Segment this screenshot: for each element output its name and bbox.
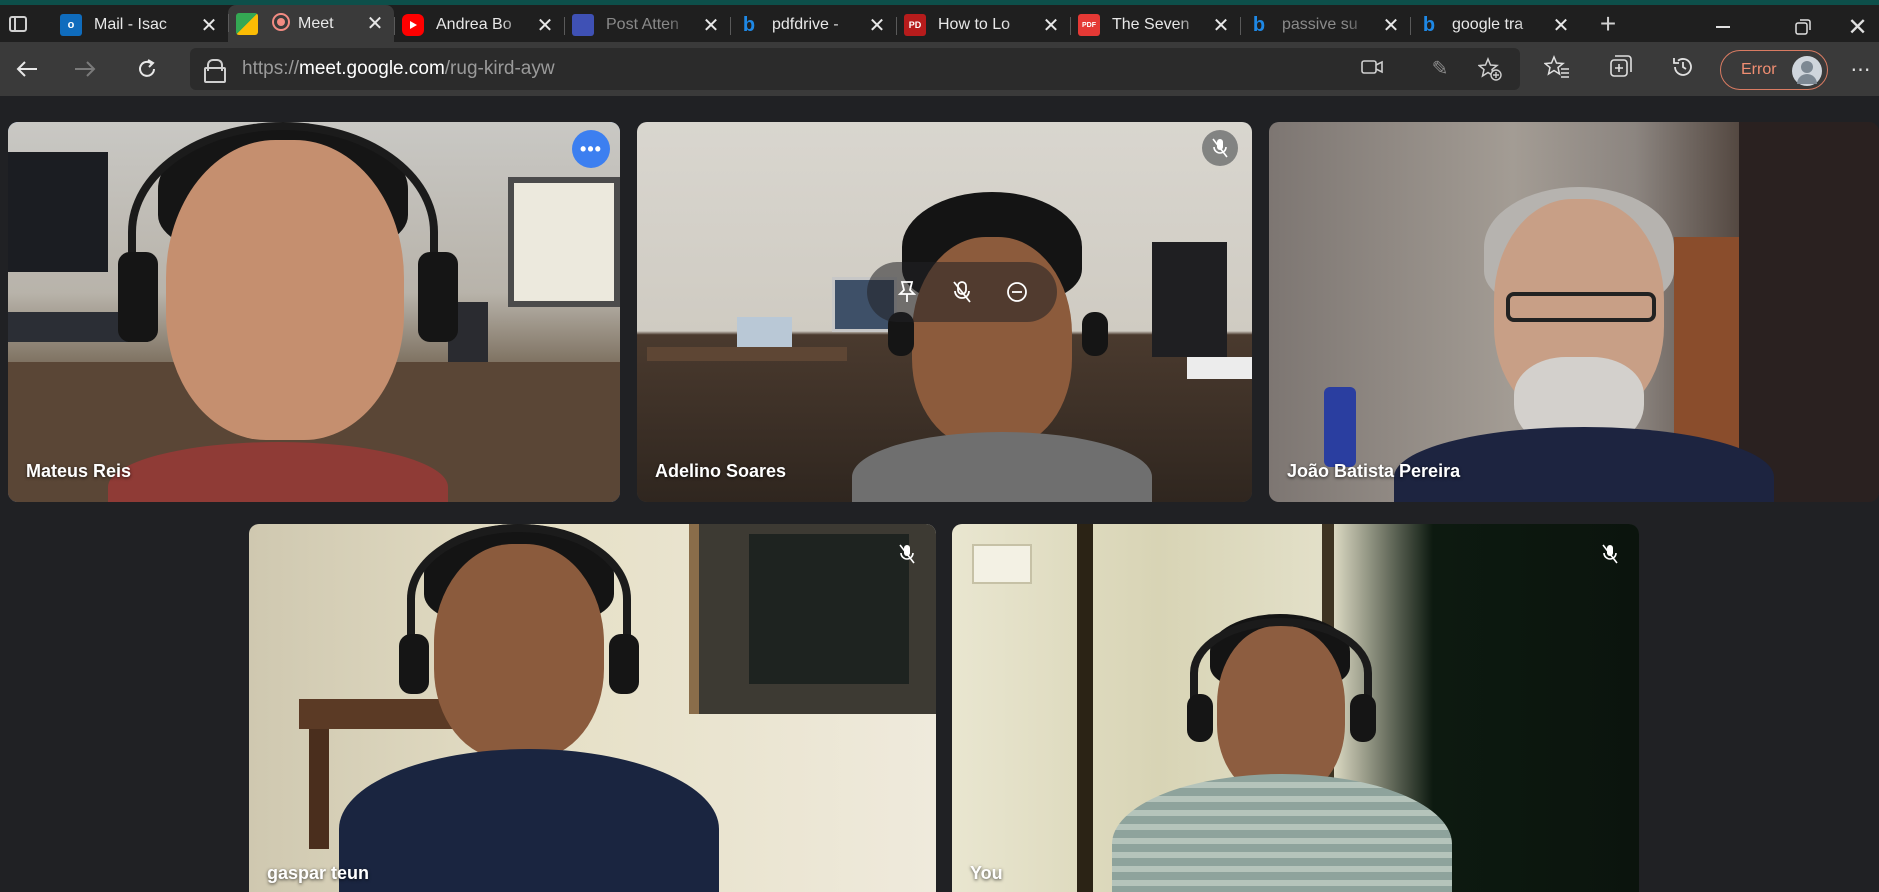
video-feed <box>952 524 1639 892</box>
tab-title: Post Atten <box>606 16 679 33</box>
mic-off-icon <box>1592 536 1628 572</box>
tab-strip: o Mail - Isac ✕ Meet ✕ Andrea Bo ✕ Post Atten ✕ b… <box>0 0 1879 42</box>
doc-icon <box>572 14 594 36</box>
pen-icon[interactable]: ✎ <box>1428 57 1452 81</box>
pdf-reader-icon: PDF <box>1078 14 1100 36</box>
participant-name: Mateus Reis <box>26 461 132 481</box>
browser-tab[interactable]: Andrea Bo ✕ <box>394 8 564 42</box>
participant-tile-you[interactable]: You <box>952 524 1639 892</box>
meet-icon <box>236 12 258 35</box>
close-tab-icon[interactable]: ✕ <box>1380 13 1402 38</box>
mute-participant-icon[interactable] <box>944 274 980 310</box>
avatar <box>1792 56 1822 86</box>
close-tab-icon[interactable]: ✕ <box>534 13 556 38</box>
participant-name: João Batista Pereira <box>1287 461 1461 481</box>
url-text[interactable]: https://meet.google.com/rug-kird-ayw <box>242 58 555 80</box>
outlook-icon: o <box>60 14 82 36</box>
video-feed <box>8 122 620 502</box>
tab-title: passive su <box>1282 16 1358 33</box>
tab-title: Andrea Bo <box>436 16 512 33</box>
close-tab-icon[interactable]: ✕ <box>1550 13 1572 38</box>
participant-options-button[interactable]: ••• <box>572 130 610 168</box>
browser-tab[interactable]: o Mail - Isac ✕ <box>52 8 228 42</box>
bing-icon: b <box>1422 13 1436 36</box>
profile-error-label: Error <box>1741 61 1777 78</box>
browser-toolbar: https://meet.google.com/rug-kird-ayw ✎ E… <box>0 42 1879 96</box>
participant-name: You <box>970 863 1003 883</box>
browser-tab[interactable]: Meet ✕ <box>228 5 394 42</box>
meet-stage: ••• Mateus Reis Adelino Soares João Bati… <box>0 96 1879 892</box>
refresh-button[interactable] <box>120 42 174 96</box>
participant-name: Adelino Soares <box>655 461 787 481</box>
close-tab-icon[interactable]: ✕ <box>1040 13 1062 38</box>
lock-icon[interactable] <box>204 58 226 83</box>
participant-name: gaspar teun <box>267 863 370 883</box>
bing-icon: b <box>1252 13 1266 36</box>
participant-tile-mateus[interactable]: ••• Mateus Reis <box>8 122 620 502</box>
close-tab-icon[interactable]: ✕ <box>198 13 220 38</box>
browser-tab[interactable]: PD How to Lo ✕ <box>896 8 1070 42</box>
browser-tab[interactable]: b passive su ✕ <box>1240 8 1410 42</box>
participant-tile-adelino[interactable]: Adelino Soares <box>637 122 1252 502</box>
video-feed <box>1269 122 1879 502</box>
profile-error-button[interactable]: Error <box>1720 50 1828 90</box>
tab-title: Mail - Isac <box>94 16 167 33</box>
new-tab-button[interactable]: + <box>1588 7 1628 41</box>
close-tab-icon[interactable]: ✕ <box>1210 13 1232 38</box>
history-icon[interactable] <box>1668 55 1698 85</box>
close-tab-icon[interactable]: ✕ <box>364 11 386 36</box>
video-feed <box>249 524 936 892</box>
youtube-icon <box>402 14 424 36</box>
tab-title: google tra <box>1452 16 1524 33</box>
camera-icon[interactable] <box>1360 57 1384 81</box>
browser-tab[interactable]: PDF The Seven ✕ <box>1070 8 1240 42</box>
favorites-icon[interactable] <box>1542 55 1572 85</box>
tab-title: pdfdrive - <box>772 16 839 33</box>
recording-icon <box>272 13 290 31</box>
mic-off-icon <box>1202 130 1238 166</box>
tab-title: Meet <box>298 14 334 32</box>
browser-tab[interactable]: Post Atten ✕ <box>564 8 730 42</box>
pin-icon[interactable] <box>889 274 925 310</box>
tab-title: How to Lo <box>938 16 1011 33</box>
browser-tab[interactable]: b google tra ✕ <box>1410 8 1580 42</box>
pdf-icon: PD <box>904 14 926 36</box>
participant-tile-joao[interactable]: João Batista Pereira <box>1269 122 1879 502</box>
add-favorite-icon[interactable] <box>1477 57 1502 81</box>
mic-off-icon <box>889 536 925 572</box>
collections-icon[interactable] <box>1604 55 1634 85</box>
forward-button[interactable] <box>58 42 112 96</box>
bing-icon: b <box>742 13 756 36</box>
browser-tab[interactable]: b pdfdrive - ✕ <box>730 8 896 42</box>
restore-button[interactable] <box>1775 10 1831 44</box>
address-bar[interactable]: https://meet.google.com/rug-kird-ayw ✎ <box>190 48 1520 90</box>
close-window-button[interactable]: ✕ <box>1836 10 1879 44</box>
close-tab-icon[interactable]: ✕ <box>866 13 888 38</box>
participant-tile-gaspar[interactable]: gaspar teun <box>249 524 936 892</box>
more-menu-icon[interactable]: ⋯ <box>1846 55 1876 85</box>
tile-hover-controls <box>867 262 1057 322</box>
remove-participant-icon[interactable] <box>999 274 1035 310</box>
minimize-button[interactable] <box>1695 10 1751 44</box>
close-tab-icon[interactable]: ✕ <box>700 13 722 38</box>
tab-title: The Seven <box>1112 16 1190 33</box>
tab-actions-icon[interactable] <box>0 7 36 41</box>
back-button[interactable] <box>0 42 54 96</box>
